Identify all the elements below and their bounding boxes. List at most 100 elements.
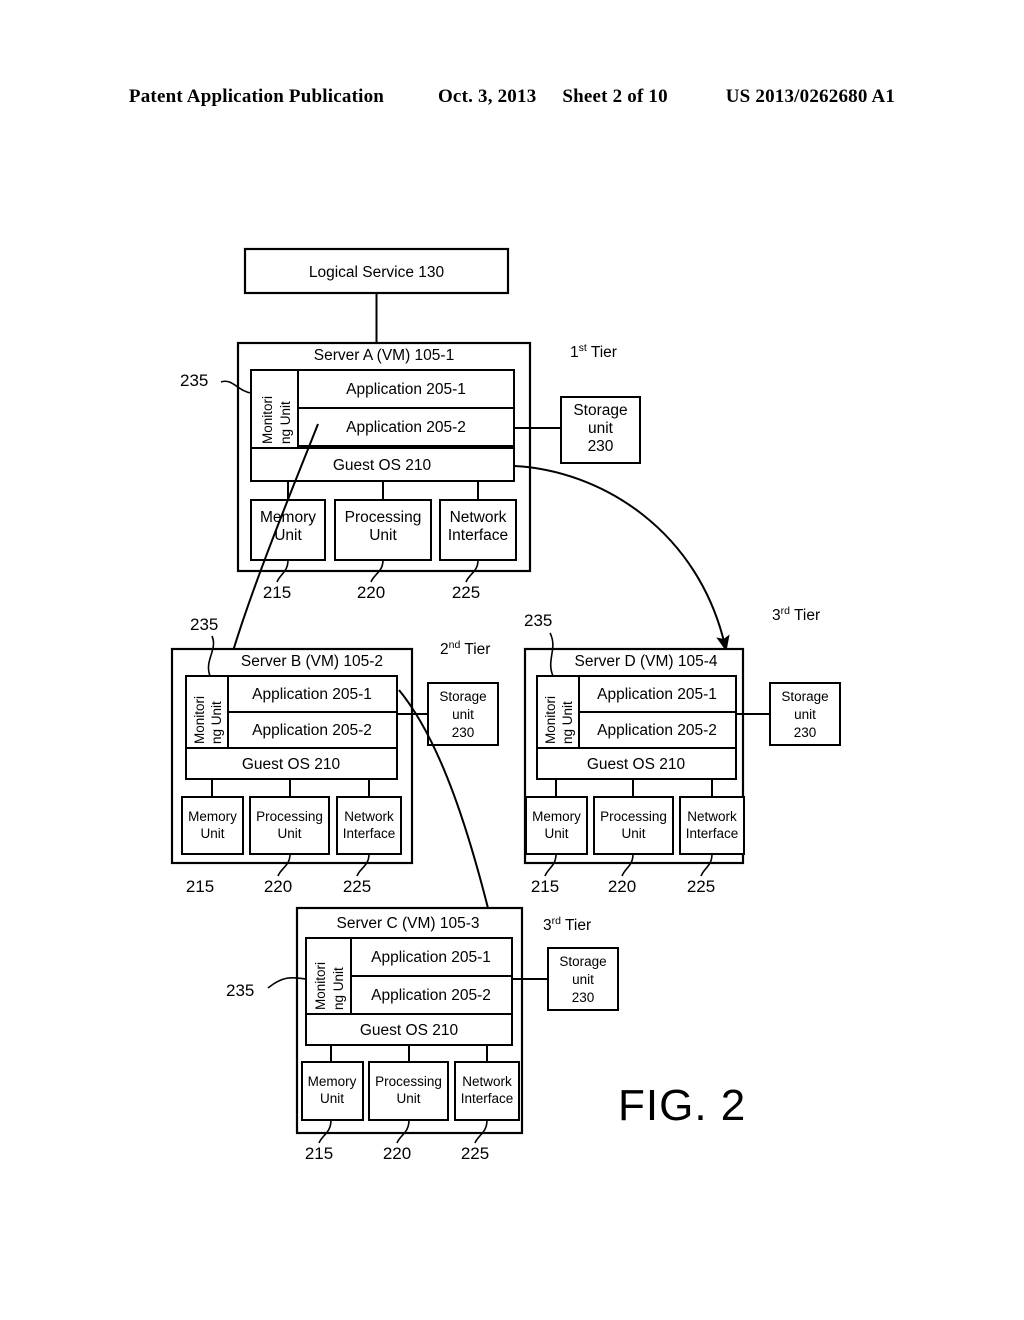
server-c-ref-235-label: 235: [226, 981, 254, 1000]
server-a-title: Server A (VM) 105-1: [314, 347, 454, 364]
server-c-processing-unit-line2: Unit: [396, 1091, 420, 1106]
server-d-group: Server D (VM) 105-4 Monitori ng Unit App…: [523, 647, 745, 865]
server-c-storage-line2: unit: [572, 972, 594, 987]
server-a-monitoring-unit-label-line2: ng Unit: [278, 401, 293, 444]
server-c-group: Server C (VM) 105-3 Monitori ng Unit App…: [295, 906, 524, 1135]
server-c-title: Server C (VM) 105-3: [337, 915, 480, 932]
server-d-storage-unit: Storage unit 230: [769, 682, 841, 746]
server-a-ref-220: 220: [357, 583, 385, 602]
server-b-memory-unit-line2: Unit: [200, 826, 224, 841]
server-a-network-interface-line2: Interface: [448, 527, 508, 544]
server-a-storage-line1: Storage: [573, 402, 627, 419]
server-a-tier-number: 1: [570, 344, 579, 361]
server-d-network-interface-line1: Network: [687, 809, 737, 824]
server-b-storage-line3: 230: [452, 725, 475, 740]
logical-service-box: Logical Service 130: [243, 247, 510, 295]
server-c-ref-225: 225: [461, 1144, 489, 1163]
server-d-storage-line2: unit: [794, 707, 816, 722]
server-a-tier-word: Tier: [591, 344, 617, 361]
server-b-ref-235-label: 235: [190, 615, 218, 634]
server-b-network-interface-line2: Interface: [343, 826, 396, 841]
server-c-monitoring-unit-label-line2: ng Unit: [331, 967, 346, 1010]
server-d-memory-unit-line1: Memory: [532, 809, 581, 824]
server-a-application-2-label: Application 205-2: [346, 419, 466, 436]
server-d-processing-unit-line2: Unit: [621, 826, 645, 841]
server-a-ref-225: 225: [452, 583, 480, 602]
server-a-processing-unit-line2: Unit: [369, 527, 397, 544]
server-d-application-2-label: Application 205-2: [597, 722, 717, 739]
server-d-guest-os-label: Guest OS 210: [587, 756, 686, 773]
server-c-guest-os-label: Guest OS 210: [360, 1022, 459, 1039]
logical-service-label: Logical Service 130: [309, 264, 445, 281]
server-a-monitoring-unit-label-line1: Monitori: [260, 396, 275, 444]
server-d-tier-word: Tier: [794, 607, 820, 624]
server-d-monitoring-unit-label-line1: Monitori: [543, 696, 558, 744]
server-b-tier-number: 2: [440, 641, 449, 658]
svg-text:3rd Tier: 3rd Tier: [543, 915, 591, 934]
server-d-tier-label: 3rd Tier: [772, 605, 820, 624]
server-c-memory-unit-line2: Unit: [320, 1091, 344, 1106]
server-c-ref-235: 235: [226, 976, 307, 1000]
server-b-ref-215: 215: [186, 877, 214, 896]
server-c-network-interface-line2: Interface: [461, 1091, 514, 1106]
server-b-monitoring-unit-label-line2: ng Unit: [209, 701, 224, 744]
server-a-ref-235-label: 235: [180, 371, 208, 390]
server-d-monitoring-unit-label-line2: ng Unit: [560, 701, 575, 744]
server-c-monitoring-unit-label-line1: Monitori: [313, 962, 328, 1010]
server-b-storage-line1: Storage: [439, 689, 486, 704]
server-c-storage-unit: Storage unit 230: [547, 947, 619, 1011]
server-d-application-1-label: Application 205-1: [597, 686, 717, 703]
server-d-tier-number: 3: [772, 607, 781, 624]
server-b-storage-unit: Storage unit 230: [427, 682, 499, 746]
server-c-network-interface-line1: Network: [462, 1074, 512, 1089]
svg-text:2nd Tier: 2nd Tier: [440, 639, 490, 658]
server-d-storage-line3: 230: [794, 725, 817, 740]
server-c-tier-number: 3: [543, 917, 552, 934]
server-d-network-interface-line2: Interface: [686, 826, 739, 841]
server-b-ref-225: 225: [343, 877, 371, 896]
server-b-ref-220: 220: [264, 877, 292, 896]
server-c-ref-215: 215: [305, 1144, 333, 1163]
server-a-ref-215: 215: [263, 583, 291, 602]
server-b-title: Server B (VM) 105-2: [241, 653, 383, 670]
server-c-tier-label: 3rd Tier: [543, 915, 591, 934]
server-a-processing-unit-line1: Processing: [345, 509, 422, 526]
server-b-guest-os-label: Guest OS 210: [242, 756, 341, 773]
server-b-application-1-label: Application 205-1: [252, 686, 372, 703]
figure-2-diagram: Logical Service 130 Server A (VM) 105-1 …: [170, 247, 841, 1163]
server-c-storage-line3: 230: [572, 990, 595, 1005]
server-c-storage-line1: Storage: [559, 954, 606, 969]
server-c-memory-unit-line1: Memory: [308, 1074, 357, 1089]
server-a-tier-suffix: st: [579, 342, 587, 354]
server-b-monitoring-unit-label-line1: Monitori: [192, 696, 207, 744]
server-b-storage-line2: unit: [452, 707, 474, 722]
server-d-ref-215: 215: [531, 877, 559, 896]
server-c-tier-suffix: rd: [552, 915, 561, 927]
server-d-tier-suffix: rd: [781, 605, 790, 617]
server-c-ref-220: 220: [383, 1144, 411, 1163]
server-b-network-interface-line1: Network: [344, 809, 394, 824]
server-a-memory-unit-line1: Memory: [260, 509, 316, 526]
server-b-tier-label: 2nd Tier: [440, 639, 490, 658]
server-a-network-interface-line1: Network: [450, 509, 507, 526]
figure-label: FIG. 2: [618, 1081, 746, 1130]
server-a-storage-line3: 230: [588, 438, 614, 455]
server-b-processing-unit-line1: Processing: [256, 809, 323, 824]
server-b-memory-unit-line1: Memory: [188, 809, 237, 824]
svg-text:1st Tier: 1st Tier: [570, 342, 617, 361]
server-b-tier-word: Tier: [464, 641, 490, 658]
server-a-application-1-label: Application 205-1: [346, 381, 466, 398]
server-a-guest-os-label: Guest OS 210: [333, 457, 432, 474]
server-c-processing-unit-line1: Processing: [375, 1074, 442, 1089]
server-d-storage-line1: Storage: [781, 689, 828, 704]
server-c-application-1-label: Application 205-1: [371, 949, 491, 966]
server-d-processing-unit-line1: Processing: [600, 809, 667, 824]
server-d-ref-235-label: 235: [524, 611, 552, 630]
server-d-title: Server D (VM) 105-4: [575, 653, 718, 670]
server-b-processing-unit-line2: Unit: [277, 826, 301, 841]
server-b-group: Server B (VM) 105-2 Monitori ng Unit App…: [170, 647, 414, 865]
server-a-memory-unit-line2: Unit: [274, 527, 302, 544]
server-c-tier-word: Tier: [565, 917, 591, 934]
server-b-tier-suffix: nd: [449, 639, 461, 651]
server-a-tier-label: 1st Tier: [570, 342, 617, 361]
